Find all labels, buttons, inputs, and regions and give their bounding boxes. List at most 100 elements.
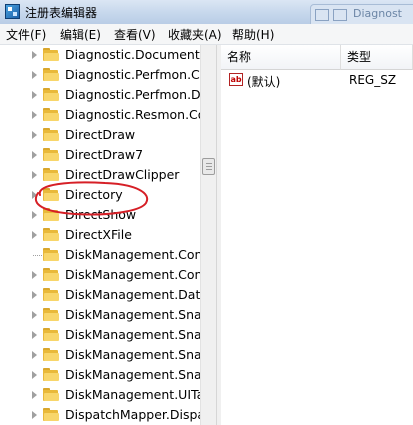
registry-editor-icon [5, 4, 20, 19]
tree-item-label: DispatchMapper.Dispat [65, 407, 200, 422]
folder-icon [43, 388, 59, 401]
menu-file[interactable]: 文件(F) [6, 26, 46, 43]
expand-arrow-icon[interactable] [32, 71, 37, 79]
tree-item-label: DiskManagement.Snap [65, 327, 200, 342]
expand-arrow-icon[interactable] [32, 111, 37, 119]
tree-item[interactable]: Diagnostic.Perfmon.Doc [0, 85, 200, 105]
expand-arrow-icon[interactable] [32, 351, 37, 359]
menu-view[interactable]: 查看(V) [114, 26, 156, 43]
folder-icon-part [44, 93, 59, 101]
tree-item-label: DiskManagement.Data [65, 287, 200, 302]
column-header-name[interactable]: 名称 [221, 45, 341, 70]
tree-item[interactable]: Directory [0, 185, 200, 205]
folder-icon [43, 328, 59, 341]
tree-item-label: DirectXFile [65, 227, 132, 242]
expand-arrow-icon[interactable] [32, 411, 37, 419]
tree-item[interactable]: Diagnostic.Perfmon.Cor [0, 65, 200, 85]
expand-arrow-icon[interactable] [32, 231, 37, 239]
expand-arrow-icon[interactable] [32, 331, 37, 339]
expand-arrow-icon[interactable] [32, 291, 37, 299]
folder-icon-part [44, 253, 59, 261]
expand-arrow-icon[interactable] [32, 271, 37, 279]
folder-icon-part [44, 373, 59, 381]
expand-arrow-icon[interactable] [32, 131, 37, 139]
expand-arrow-icon[interactable] [32, 391, 37, 399]
tree-item[interactable]: DirectXFile [0, 225, 200, 245]
tree-item-label: Diagnostic.Document [65, 47, 200, 62]
tree-item[interactable]: DiskManagement.Contr [0, 265, 200, 285]
menu-edit[interactable]: 编辑(E) [60, 26, 101, 43]
folder-icon-part [44, 213, 59, 221]
value-list[interactable]: 名称 类型 ab (默认) REG_SZ [221, 45, 413, 425]
folder-icon-part [44, 193, 59, 201]
folder-icon-part [44, 273, 59, 281]
grip-line [206, 166, 212, 167]
folder-icon-part [44, 233, 59, 241]
tree-item-label: Diagnostic.Perfmon.Cor [65, 67, 200, 82]
value-type: REG_SZ [349, 73, 397, 87]
tree-item[interactable]: DirectDraw [0, 125, 200, 145]
folder-icon-part [44, 293, 59, 301]
expand-arrow-icon[interactable] [32, 91, 37, 99]
tree-item[interactable]: Diagnostic.Document [0, 45, 200, 65]
folder-icon-part [44, 73, 59, 81]
tree-item[interactable]: DiskManagement.Snap [0, 305, 200, 325]
tree-item[interactable]: DiskManagement.Snap [0, 345, 200, 365]
tree-item[interactable]: DiskManagement.Data [0, 285, 200, 305]
folder-icon-part [44, 153, 59, 161]
folder-icon-part [44, 113, 59, 121]
folder-icon [43, 308, 59, 321]
tree-item[interactable]: DispatchMapper.Dispat [0, 405, 200, 425]
folder-icon-part [44, 53, 59, 61]
column-header-type[interactable]: 类型 [341, 45, 413, 70]
tree-item-label: DirectDraw7 [65, 147, 144, 162]
value-row[interactable]: ab (默认) REG_SZ [221, 70, 413, 90]
tree-item[interactable]: DirectDrawClipper [0, 165, 200, 185]
folder-icon [43, 348, 59, 361]
folder-icon [43, 408, 59, 421]
scrollbar-thumb[interactable] [202, 158, 215, 175]
expand-arrow-icon[interactable] [32, 191, 37, 199]
expand-arrow-icon[interactable] [32, 211, 37, 219]
folder-icon-part [44, 333, 59, 341]
background-window-tab[interactable]: Diagnost [310, 4, 413, 24]
folder-icon [43, 88, 59, 101]
folder-icon [43, 48, 59, 61]
string-value-icon: ab [229, 73, 243, 86]
window-maximize-icon [333, 9, 347, 21]
tree-item-label: DiskManagement.Snap [65, 367, 200, 382]
folder-icon [43, 68, 59, 81]
folder-icon-part [44, 173, 59, 181]
tree-item[interactable]: Diagnostic.Resmon.Cor [0, 105, 200, 125]
folder-icon-part [44, 353, 59, 361]
tree-item[interactable]: DiskManagement.Snap [0, 325, 200, 345]
tree-item-label: DiskManagement.UITas [65, 387, 200, 402]
tree-item[interactable]: DiskManagement.Snap [0, 365, 200, 385]
tree-connector-line [33, 255, 42, 256]
folder-icon-part [44, 393, 59, 401]
expand-arrow-icon[interactable] [32, 171, 37, 179]
expand-arrow-icon[interactable] [32, 371, 37, 379]
tree-item[interactable]: DirectDraw7 [0, 145, 200, 165]
expand-arrow-icon[interactable] [32, 51, 37, 59]
tree-scrollbar[interactable] [200, 45, 216, 425]
folder-icon [43, 168, 59, 181]
tree-item[interactable]: DiskManagement.UITas [0, 385, 200, 405]
menu-help[interactable]: 帮助(H) [232, 26, 274, 43]
folder-icon [43, 268, 59, 281]
folder-icon [43, 128, 59, 141]
expand-arrow-icon[interactable] [32, 151, 37, 159]
tree-item[interactable]: DiskManagement.Conn [0, 245, 200, 265]
tree-item-label: Directory [65, 187, 123, 202]
folder-icon-part [44, 133, 59, 141]
tree-item-label: DiskManagement.Snap [65, 347, 200, 362]
folder-icon-part [44, 413, 59, 421]
folder-icon [43, 368, 59, 381]
tree-item[interactable]: DirectShow [0, 205, 200, 225]
tree-item-label: DiskManagement.Snap [65, 307, 200, 322]
expand-arrow-icon[interactable] [32, 311, 37, 319]
registry-key-tree[interactable]: Diagnostic.Document Diagnostic.Perfmon.Co… [0, 45, 200, 425]
menu-favorites[interactable]: 收藏夹(A) [168, 26, 222, 43]
folder-icon [43, 248, 59, 261]
tree-item-label: Diagnostic.Perfmon.Doc [65, 87, 200, 102]
